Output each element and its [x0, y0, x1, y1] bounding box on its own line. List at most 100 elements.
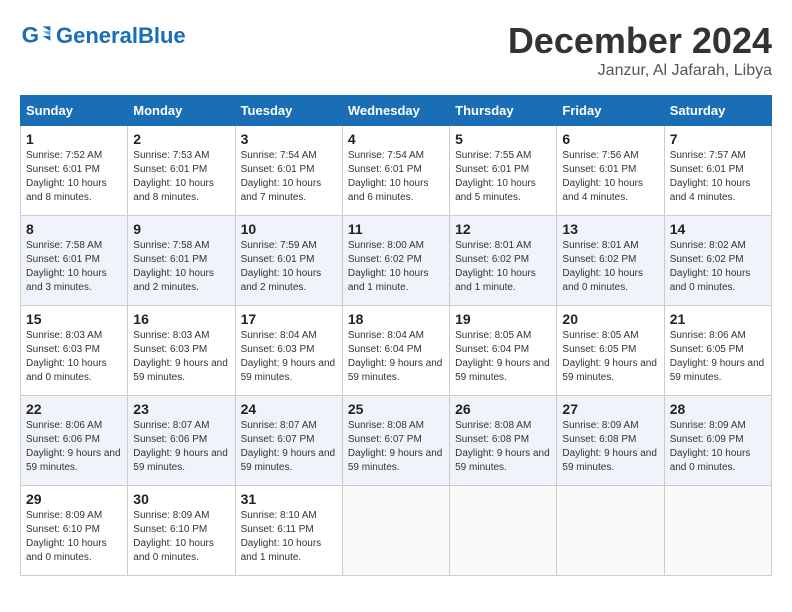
day-number: 21: [670, 311, 766, 327]
weekday-header-wednesday: Wednesday: [342, 96, 449, 126]
day-number: 14: [670, 221, 766, 237]
day-info: Sunrise: 7:58 AM Sunset: 6:01 PM Dayligh…: [133, 239, 229, 295]
day-number: 24: [241, 401, 337, 417]
day-info: Sunrise: 7:59 AM Sunset: 6:01 PM Dayligh…: [241, 239, 337, 295]
day-number: 2: [133, 131, 229, 147]
page-header: G GeneralBlue December 2024 Janzur, Al J…: [20, 20, 772, 80]
day-info: Sunrise: 8:02 AM Sunset: 6:02 PM Dayligh…: [670, 239, 766, 295]
day-info: Sunrise: 8:09 AM Sunset: 6:10 PM Dayligh…: [26, 509, 122, 565]
calendar-cell: [664, 486, 771, 576]
day-number: 11: [348, 221, 444, 237]
month-title: December 2024: [508, 20, 772, 62]
day-number: 3: [241, 131, 337, 147]
day-number: 18: [348, 311, 444, 327]
week-row-4: 22 Sunrise: 8:06 AM Sunset: 6:06 PM Dayl…: [21, 396, 772, 486]
weekday-header-saturday: Saturday: [664, 96, 771, 126]
day-info: Sunrise: 7:58 AM Sunset: 6:01 PM Dayligh…: [26, 239, 122, 295]
calendar-cell: 16 Sunrise: 8:03 AM Sunset: 6:03 PM Dayl…: [128, 306, 235, 396]
day-number: 23: [133, 401, 229, 417]
calendar-cell: 25 Sunrise: 8:08 AM Sunset: 6:07 PM Dayl…: [342, 396, 449, 486]
week-row-2: 8 Sunrise: 7:58 AM Sunset: 6:01 PM Dayli…: [21, 216, 772, 306]
day-info: Sunrise: 7:56 AM Sunset: 6:01 PM Dayligh…: [562, 149, 658, 205]
calendar-cell: 15 Sunrise: 8:03 AM Sunset: 6:03 PM Dayl…: [21, 306, 128, 396]
day-info: Sunrise: 7:54 AM Sunset: 6:01 PM Dayligh…: [241, 149, 337, 205]
calendar-cell: 20 Sunrise: 8:05 AM Sunset: 6:05 PM Dayl…: [557, 306, 664, 396]
day-info: Sunrise: 7:54 AM Sunset: 6:01 PM Dayligh…: [348, 149, 444, 205]
day-number: 22: [26, 401, 122, 417]
day-number: 6: [562, 131, 658, 147]
calendar-cell: 10 Sunrise: 7:59 AM Sunset: 6:01 PM Dayl…: [235, 216, 342, 306]
day-number: 29: [26, 491, 122, 507]
calendar-cell: 24 Sunrise: 8:07 AM Sunset: 6:07 PM Dayl…: [235, 396, 342, 486]
calendar-cell: 12 Sunrise: 8:01 AM Sunset: 6:02 PM Dayl…: [450, 216, 557, 306]
day-info: Sunrise: 8:08 AM Sunset: 6:07 PM Dayligh…: [348, 419, 444, 475]
weekday-header-tuesday: Tuesday: [235, 96, 342, 126]
day-number: 25: [348, 401, 444, 417]
day-info: Sunrise: 8:07 AM Sunset: 6:06 PM Dayligh…: [133, 419, 229, 475]
day-number: 17: [241, 311, 337, 327]
day-info: Sunrise: 7:53 AM Sunset: 6:01 PM Dayligh…: [133, 149, 229, 205]
logo-general: GeneralBlue: [56, 23, 186, 48]
week-row-3: 15 Sunrise: 8:03 AM Sunset: 6:03 PM Dayl…: [21, 306, 772, 396]
day-info: Sunrise: 8:06 AM Sunset: 6:06 PM Dayligh…: [26, 419, 122, 475]
calendar-cell: [450, 486, 557, 576]
calendar-cell: 14 Sunrise: 8:02 AM Sunset: 6:02 PM Dayl…: [664, 216, 771, 306]
week-row-5: 29 Sunrise: 8:09 AM Sunset: 6:10 PM Dayl…: [21, 486, 772, 576]
location: Janzur, Al Jafarah, Libya: [508, 62, 772, 80]
day-number: 28: [670, 401, 766, 417]
day-number: 1: [26, 131, 122, 147]
day-info: Sunrise: 7:52 AM Sunset: 6:01 PM Dayligh…: [26, 149, 122, 205]
calendar-table: SundayMondayTuesdayWednesdayThursdayFrid…: [20, 95, 772, 576]
calendar-cell: 23 Sunrise: 8:07 AM Sunset: 6:06 PM Dayl…: [128, 396, 235, 486]
day-number: 9: [133, 221, 229, 237]
day-info: Sunrise: 8:10 AM Sunset: 6:11 PM Dayligh…: [241, 509, 337, 565]
calendar-cell: 13 Sunrise: 8:01 AM Sunset: 6:02 PM Dayl…: [557, 216, 664, 306]
day-number: 13: [562, 221, 658, 237]
calendar-cell: 5 Sunrise: 7:55 AM Sunset: 6:01 PM Dayli…: [450, 126, 557, 216]
day-info: Sunrise: 8:08 AM Sunset: 6:08 PM Dayligh…: [455, 419, 551, 475]
day-info: Sunrise: 8:09 AM Sunset: 6:10 PM Dayligh…: [133, 509, 229, 565]
day-number: 5: [455, 131, 551, 147]
day-info: Sunrise: 8:04 AM Sunset: 6:03 PM Dayligh…: [241, 329, 337, 385]
day-info: Sunrise: 7:57 AM Sunset: 6:01 PM Dayligh…: [670, 149, 766, 205]
day-info: Sunrise: 8:00 AM Sunset: 6:02 PM Dayligh…: [348, 239, 444, 295]
weekday-header-row: SundayMondayTuesdayWednesdayThursdayFrid…: [21, 96, 772, 126]
day-info: Sunrise: 8:05 AM Sunset: 6:05 PM Dayligh…: [562, 329, 658, 385]
day-number: 10: [241, 221, 337, 237]
calendar-cell: [557, 486, 664, 576]
day-info: Sunrise: 8:09 AM Sunset: 6:08 PM Dayligh…: [562, 419, 658, 475]
day-number: 30: [133, 491, 229, 507]
svg-text:G: G: [22, 22, 39, 47]
calendar-cell: 28 Sunrise: 8:09 AM Sunset: 6:09 PM Dayl…: [664, 396, 771, 486]
day-number: 19: [455, 311, 551, 327]
day-number: 4: [348, 131, 444, 147]
calendar-cell: 3 Sunrise: 7:54 AM Sunset: 6:01 PM Dayli…: [235, 126, 342, 216]
day-number: 31: [241, 491, 337, 507]
day-info: Sunrise: 7:55 AM Sunset: 6:01 PM Dayligh…: [455, 149, 551, 205]
calendar-cell: 8 Sunrise: 7:58 AM Sunset: 6:01 PM Dayli…: [21, 216, 128, 306]
day-info: Sunrise: 8:03 AM Sunset: 6:03 PM Dayligh…: [26, 329, 122, 385]
calendar-cell: 21 Sunrise: 8:06 AM Sunset: 6:05 PM Dayl…: [664, 306, 771, 396]
day-number: 7: [670, 131, 766, 147]
day-number: 27: [562, 401, 658, 417]
calendar-cell: 30 Sunrise: 8:09 AM Sunset: 6:10 PM Dayl…: [128, 486, 235, 576]
day-info: Sunrise: 8:03 AM Sunset: 6:03 PM Dayligh…: [133, 329, 229, 385]
calendar-cell: [342, 486, 449, 576]
calendar-cell: 4 Sunrise: 7:54 AM Sunset: 6:01 PM Dayli…: [342, 126, 449, 216]
day-number: 16: [133, 311, 229, 327]
calendar-cell: 29 Sunrise: 8:09 AM Sunset: 6:10 PM Dayl…: [21, 486, 128, 576]
day-number: 20: [562, 311, 658, 327]
calendar-cell: 22 Sunrise: 8:06 AM Sunset: 6:06 PM Dayl…: [21, 396, 128, 486]
calendar-cell: 1 Sunrise: 7:52 AM Sunset: 6:01 PM Dayli…: [21, 126, 128, 216]
calendar-cell: 27 Sunrise: 8:09 AM Sunset: 6:08 PM Dayl…: [557, 396, 664, 486]
calendar-cell: 31 Sunrise: 8:10 AM Sunset: 6:11 PM Dayl…: [235, 486, 342, 576]
day-info: Sunrise: 8:04 AM Sunset: 6:04 PM Dayligh…: [348, 329, 444, 385]
weekday-header-friday: Friday: [557, 96, 664, 126]
day-info: Sunrise: 8:06 AM Sunset: 6:05 PM Dayligh…: [670, 329, 766, 385]
day-number: 15: [26, 311, 122, 327]
weekday-header-sunday: Sunday: [21, 96, 128, 126]
weekday-header-thursday: Thursday: [450, 96, 557, 126]
calendar-cell: 11 Sunrise: 8:00 AM Sunset: 6:02 PM Dayl…: [342, 216, 449, 306]
day-number: 26: [455, 401, 551, 417]
week-row-1: 1 Sunrise: 7:52 AM Sunset: 6:01 PM Dayli…: [21, 126, 772, 216]
